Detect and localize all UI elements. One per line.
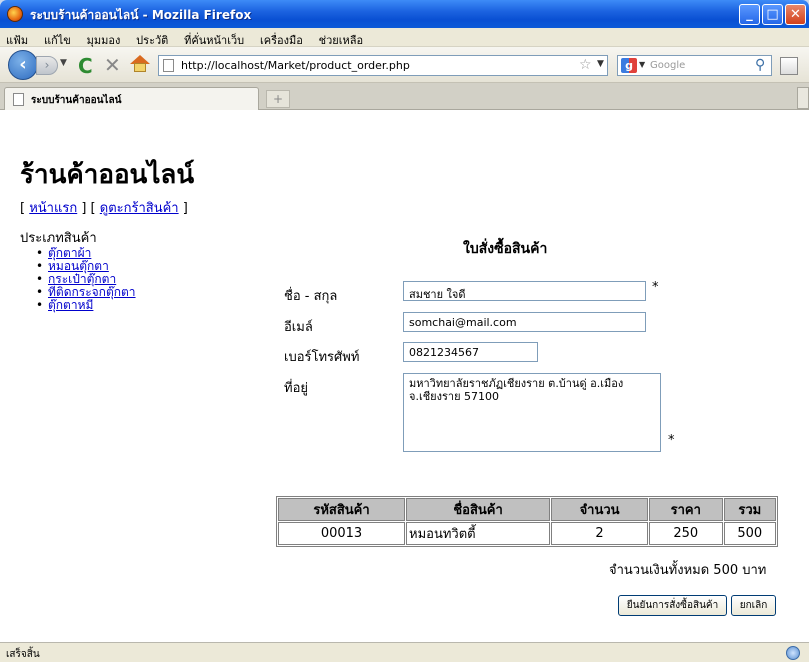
name-label: ชื่อ - สกุล	[284, 289, 338, 304]
confirm-order-button[interactable]: ยืนยันการสั่งซื้อสินค้า	[618, 595, 727, 616]
cell-product-code: 00013	[278, 522, 406, 545]
url-dropdown-icon[interactable]: ▼	[597, 59, 604, 69]
new-tab-button[interactable]: +	[266, 90, 290, 108]
table-row: 00013 หมอนทวิตตี้ 2 250 500	[278, 522, 776, 545]
status-text: เสร็จสิ้น	[6, 649, 40, 660]
email-label: อีเมล์	[284, 320, 313, 335]
history-dropdown-icon[interactable]: ▼	[60, 58, 67, 68]
bookmark-star-icon[interactable]: ☆	[579, 57, 592, 73]
required-mark: *	[652, 280, 659, 295]
minimize-button[interactable]: _	[739, 4, 760, 25]
cell-product-name: หมอนทวิตตี้	[406, 522, 551, 545]
column-header-product-code: รหัสสินค้า	[278, 498, 406, 521]
category-link-doll-pillow[interactable]: หมอนตุ๊กตา	[48, 259, 109, 273]
page-icon	[13, 93, 24, 106]
page-content: ร้านค้าออนไลน์ [ หน้าแรก ] [ ดูตะกร้าสิน…	[0, 110, 809, 642]
menu-bookmarks[interactable]: ที่คั่นหน้าเว็บ	[178, 28, 250, 49]
order-form-title: ใบสั่งซื้อสินค้า	[463, 241, 548, 257]
stop-icon[interactable]: ✕	[104, 53, 121, 77]
tab-label: ระบบร้านค้าออนไลน์	[31, 95, 122, 106]
page-title: ร้านค้าออนไลน์	[20, 160, 195, 190]
menu-history[interactable]: ประวัติ	[130, 28, 174, 49]
forward-button[interactable]: ›	[36, 56, 58, 75]
home-icon[interactable]	[130, 55, 150, 73]
search-engine-dropdown-icon[interactable]: ▼	[639, 60, 645, 69]
address-bar[interactable]: http://localhost/Market/product_order.ph…	[158, 55, 608, 76]
menu-tools[interactable]: เครื่องมือ	[254, 28, 309, 49]
firefox-icon	[7, 6, 23, 22]
menu-help[interactable]: ช่วยเหลือ	[313, 28, 369, 49]
category-link-teddy-bear[interactable]: ตุ๊กตาหมี	[48, 298, 93, 312]
window-title: ระบบร้านค้าออนไลน์ - Mozilla Firefox	[30, 8, 252, 22]
search-bar[interactable]: g ▼ Google ⚲	[617, 55, 772, 76]
category-link-doll-bag[interactable]: กระเป๋าตุ๊กตา	[48, 272, 116, 286]
back-button[interactable]: ‹	[8, 50, 38, 80]
navigation-toolbar: ‹ › ▼ C ✕ http://localhost/Market/produc…	[0, 47, 809, 83]
tab-list-button[interactable]	[797, 87, 809, 109]
phone-label: เบอร์โทรศัพท์	[284, 350, 360, 365]
menu-view[interactable]: มุมมอง	[81, 28, 127, 49]
categories-heading: ประเภทสินค้า	[20, 231, 97, 246]
column-header-product-name: ชื่อสินค้า	[406, 498, 551, 521]
table-header-row: รหัสสินค้า ชื่อสินค้า จำนวน ราคา รวม	[278, 498, 776, 521]
cart-link[interactable]: ดูตะกร้าสินค้า	[100, 201, 179, 216]
address-field[interactable]: มหาวิทยาลัยราชภัฏเชียงราย ต.บ้านดู่ อ.เม…	[403, 373, 661, 452]
maximize-button[interactable]: □	[762, 4, 783, 25]
category-link-cloth-doll[interactable]: ตุ๊กตาผ้า	[48, 246, 91, 260]
menu-bar: แฟ้ม แก้ไข มุมมอง ประวัติ ที่คั่นหน้าเว็…	[0, 28, 809, 47]
column-header-quantity: จำนวน	[551, 498, 648, 521]
cell-total: 500	[723, 522, 776, 545]
cell-price: 250	[648, 522, 723, 545]
status-icon	[786, 646, 800, 660]
window-title-bar: ระบบร้านค้าออนไลน์ - Mozilla Firefox _ □…	[0, 0, 809, 28]
menu-file[interactable]: แฟ้ม	[0, 28, 34, 49]
tab-active[interactable]: ระบบร้านค้าออนไลน์	[4, 87, 259, 110]
page-menu-icon[interactable]	[780, 57, 798, 75]
email-field[interactable]: somchai@mail.com	[403, 312, 646, 332]
search-placeholder: Google	[650, 60, 686, 71]
category-list: ตุ๊กตาผ้า หมอนตุ๊กตา กระเป๋าตุ๊กตา ที่ติ…	[36, 246, 136, 313]
url-text[interactable]: http://localhost/Market/product_order.ph…	[181, 59, 410, 72]
reload-icon[interactable]: C	[78, 54, 93, 78]
close-button[interactable]: ✕	[785, 4, 806, 25]
address-line-1: มหาวิทยาลัยราชภัฏเชียงราย ต.บ้านดู่ อ.เม…	[409, 377, 624, 390]
tab-bar: ระบบร้านค้าออนไลน์ +	[0, 83, 809, 110]
cell-quantity: 2	[551, 522, 648, 545]
total-amount-text: จำนวนเงินทั้งหมด 500 บาท	[609, 563, 767, 578]
menu-edit[interactable]: แก้ไข	[38, 28, 77, 49]
google-icon[interactable]: g	[621, 58, 637, 73]
address-label: ที่อยู่	[284, 381, 308, 396]
column-header-price: ราคา	[648, 498, 723, 521]
list-item: ตุ๊กตาหมี	[36, 298, 136, 313]
status-bar: เสร็จสิ้น	[0, 642, 809, 662]
cancel-button[interactable]: ยกเลิก	[731, 595, 776, 616]
top-navigation: [ หน้าแรก ] [ ดูตะกร้าสินค้า ]	[20, 201, 188, 216]
required-mark: *	[668, 433, 675, 448]
name-field[interactable]: สมชาย ใจดี	[403, 281, 646, 301]
page-icon	[163, 59, 174, 72]
order-table: รหัสสินค้า ชื่อสินค้า จำนวน ราคา รวม 000…	[276, 496, 778, 547]
column-header-total: รวม	[723, 498, 776, 521]
category-link-mirror-doll[interactable]: ที่ติดกระจกตุ๊กตา	[48, 285, 136, 299]
address-line-2: จ.เชียงราย 57100	[409, 390, 500, 403]
phone-field[interactable]: 0821234567	[403, 342, 538, 362]
search-icon[interactable]: ⚲	[755, 57, 765, 73]
home-link[interactable]: หน้าแรก	[29, 201, 77, 216]
